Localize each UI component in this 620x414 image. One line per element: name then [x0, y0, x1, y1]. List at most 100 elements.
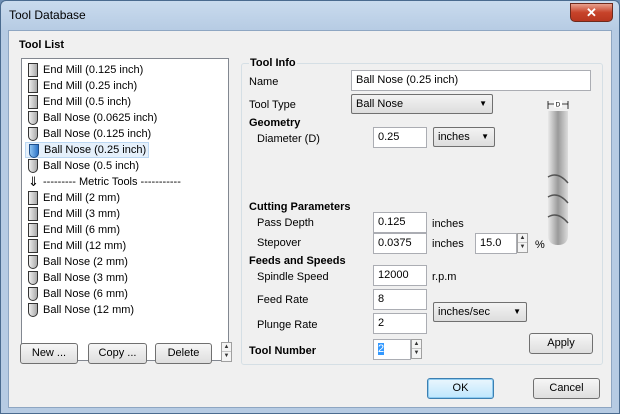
- list-item-label: --------- Metric Tools -----------: [43, 176, 181, 188]
- chevron-down-icon: ▼: [479, 99, 487, 108]
- list-item[interactable]: ⇓ --------- Metric Tools -----------: [25, 174, 183, 190]
- rate-unit-value: inches/sec: [438, 306, 490, 318]
- plunge-rate-label: Plunge Rate: [257, 319, 318, 331]
- stepover-input[interactable]: 0.0375: [373, 233, 427, 254]
- move-up-icon[interactable]: ▲: [222, 343, 231, 352]
- stepover-percent-spinner[interactable]: ▲ ▼: [517, 233, 528, 253]
- ball-nose-icon: [28, 127, 38, 141]
- list-item-label: End Mill (0.25 inch): [43, 80, 138, 92]
- ball-nose-icon: [28, 271, 38, 285]
- tool-info-heading: Tool Info: [249, 57, 297, 69]
- decrement-icon[interactable]: ▼: [412, 349, 421, 358]
- diameter-unit-select[interactable]: inches ▼: [433, 127, 495, 147]
- tool-number-spinner[interactable]: ▲ ▼: [411, 339, 422, 359]
- spindle-speed-input[interactable]: 12000: [373, 265, 427, 286]
- cancel-button[interactable]: Cancel: [533, 378, 600, 399]
- name-label: Name: [249, 76, 279, 88]
- pass-depth-unit: inches: [432, 218, 464, 230]
- dialog-body: Tool List End Mill (0.125 inch) End Mill …: [8, 30, 612, 408]
- list-order-spinner[interactable]: ▲ ▼: [221, 342, 232, 362]
- list-item[interactable]: End Mill (2 mm): [25, 190, 122, 206]
- title-bar[interactable]: Tool Database ✕: [1, 1, 619, 29]
- list-item[interactable]: Ball Nose (2 mm): [25, 254, 130, 270]
- delete-tool-button[interactable]: Delete: [155, 343, 212, 364]
- apply-button[interactable]: Apply: [529, 333, 593, 354]
- list-item[interactable]: Ball Nose (0.125 inch): [25, 126, 153, 142]
- ok-button[interactable]: OK: [427, 378, 494, 399]
- tool-list[interactable]: End Mill (0.125 inch) End Mill (0.25 inch…: [21, 58, 229, 361]
- pass-depth-input[interactable]: 0.125: [373, 212, 427, 233]
- increment-icon[interactable]: ▲: [518, 234, 527, 243]
- ball-nose-icon: [28, 287, 38, 301]
- ball-nose-icon: [28, 255, 38, 269]
- list-item[interactable]: End Mill (0.125 inch): [25, 62, 145, 78]
- pass-depth-label: Pass Depth: [257, 217, 314, 229]
- plunge-rate-input[interactable]: 2: [373, 313, 427, 334]
- close-button[interactable]: ✕: [570, 3, 613, 22]
- list-item[interactable]: Ball Nose (0.0625 inch): [25, 110, 159, 126]
- diameter-marker: D: [556, 102, 561, 109]
- tool-database-window: Tool Database ✕ Tool List End Mill (0.12…: [0, 0, 620, 414]
- list-item[interactable]: End Mill (0.5 inch): [25, 94, 133, 110]
- list-item-label: End Mill (3 mm): [43, 208, 121, 220]
- tool-number-input[interactable]: 2: [373, 339, 411, 360]
- move-down-icon[interactable]: ▼: [222, 352, 231, 361]
- list-item-label: Ball Nose (0.25 inch): [44, 144, 147, 156]
- feed-rate-input[interactable]: 8: [373, 289, 427, 310]
- ball-nose-icon: [29, 144, 39, 158]
- list-item-label: End Mill (2 mm): [43, 192, 121, 204]
- feeds-speeds-heading: Feeds and Speeds: [249, 255, 346, 267]
- spindle-speed-unit: r.p.m: [432, 271, 457, 283]
- list-item[interactable]: Ball Nose (0.5 inch): [25, 158, 141, 174]
- stepover-label: Stepover: [257, 237, 302, 249]
- new-tool-button[interactable]: New ...: [20, 343, 78, 364]
- list-item-label: End Mill (12 mm): [43, 240, 127, 252]
- name-input[interactable]: Ball Nose (0.25 inch): [351, 70, 591, 91]
- chevron-down-icon: ▼: [481, 132, 489, 141]
- list-item-label: Ball Nose (2 mm): [43, 256, 128, 268]
- cutting-parameters-heading: Cutting Parameters: [249, 201, 351, 213]
- list-item-label: Ball Nose (0.0625 inch): [43, 112, 158, 124]
- end-mill-icon: [28, 63, 38, 77]
- ball-nose-icon: [28, 159, 38, 173]
- rate-unit-select[interactable]: inches/sec ▼: [433, 302, 527, 322]
- stepover-unit: inches: [432, 238, 464, 250]
- percent-label: %: [535, 239, 545, 251]
- list-item-label: Ball Nose (12 mm): [43, 304, 135, 316]
- list-item[interactable]: Ball Nose (6 mm): [25, 286, 130, 302]
- end-mill-icon: [28, 223, 38, 237]
- diameter-input[interactable]: 0.25: [373, 127, 427, 148]
- down-arrow-icon: ⇓: [28, 174, 39, 189]
- ball-nose-bit-icon: D: [547, 100, 569, 245]
- tool-type-select[interactable]: Ball Nose ▼: [351, 94, 493, 114]
- decrement-icon[interactable]: ▼: [518, 243, 527, 252]
- copy-tool-button[interactable]: Copy ...: [88, 343, 147, 364]
- tool-type-value: Ball Nose: [356, 98, 404, 110]
- list-item-label: Ball Nose (0.5 inch): [43, 160, 139, 172]
- end-mill-icon: [28, 95, 38, 109]
- geometry-heading: Geometry: [249, 117, 301, 129]
- window-title: Tool Database: [9, 8, 86, 22]
- ball-nose-icon: [28, 303, 38, 317]
- ball-nose-icon: [28, 111, 38, 125]
- tool-number-label: Tool Number: [249, 345, 317, 357]
- end-mill-icon: [28, 239, 38, 253]
- stepover-percent-input[interactable]: 15.0: [475, 233, 517, 254]
- increment-icon[interactable]: ▲: [412, 340, 421, 349]
- diameter-unit-value: inches: [438, 131, 470, 143]
- end-mill-icon: [28, 79, 38, 93]
- tool-type-label: Tool Type: [249, 99, 296, 111]
- list-item[interactable]: End Mill (0.25 inch): [25, 78, 139, 94]
- list-item[interactable]: Ball Nose (0.25 inch): [25, 142, 150, 158]
- list-item[interactable]: Ball Nose (12 mm): [25, 302, 136, 318]
- list-item-label: End Mill (6 mm): [43, 224, 121, 236]
- feed-rate-label: Feed Rate: [257, 294, 309, 306]
- list-item[interactable]: Ball Nose (3 mm): [25, 270, 130, 286]
- list-item[interactable]: End Mill (3 mm): [25, 206, 122, 222]
- close-icon: ✕: [586, 5, 597, 20]
- list-item-label: Ball Nose (6 mm): [43, 288, 128, 300]
- end-mill-icon: [28, 191, 38, 205]
- list-item[interactable]: End Mill (6 mm): [25, 222, 122, 238]
- list-item[interactable]: End Mill (12 mm): [25, 238, 128, 254]
- list-item-label: Ball Nose (3 mm): [43, 272, 128, 284]
